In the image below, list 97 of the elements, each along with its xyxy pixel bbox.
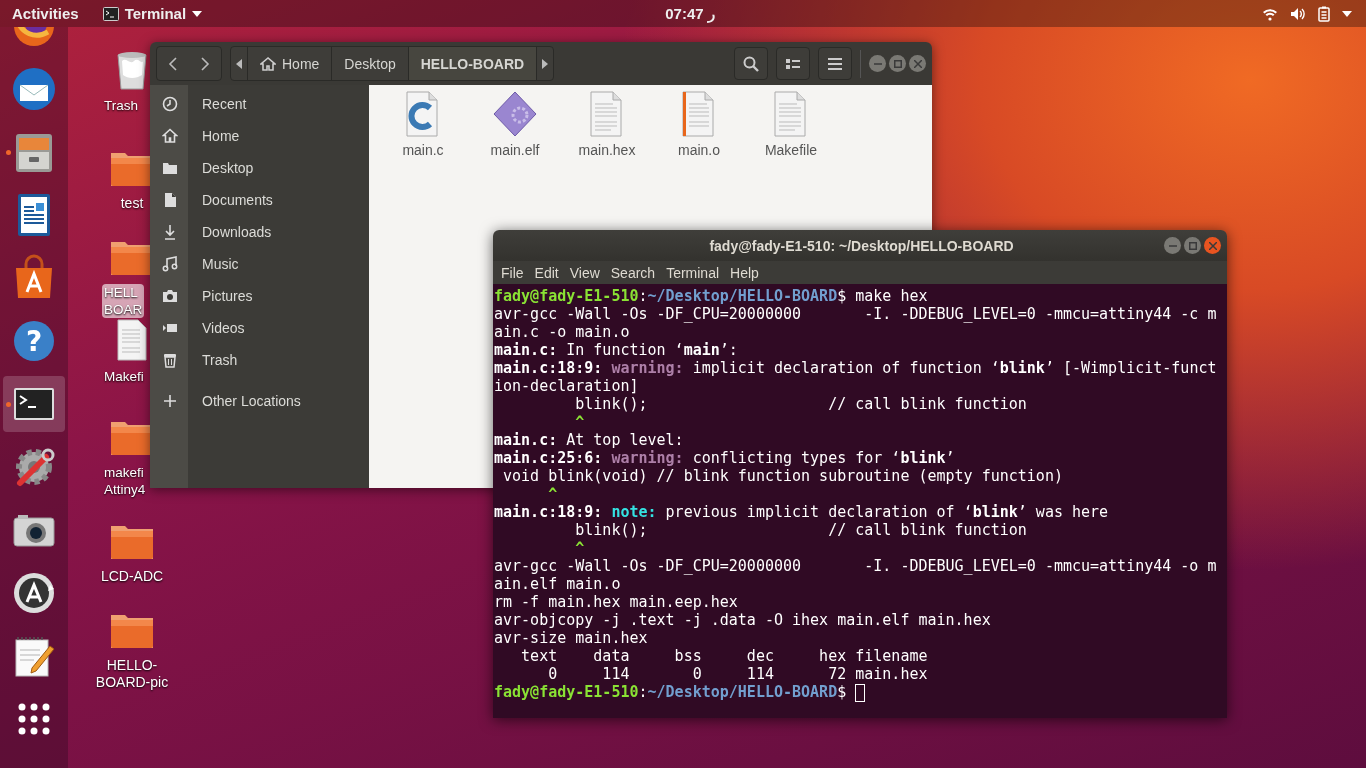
terminal-line: ion-declaration] [494,377,639,395]
sidebar-item[interactable]: Videos [150,312,369,344]
terminal-line: ain.c -o main.o [494,323,630,341]
terminal-line: rm -f main.hex main.eep.hex [494,593,738,611]
battery-icon [1318,5,1330,22]
terminal-line: 0 114 0 114 72 main.hex [547,665,928,683]
terminal-line: fady@fady-E1-510:~/Desktop/HELLO-BOARD$ make hex [494,287,928,305]
close-icon [913,59,922,68]
triangle-left-icon [236,58,242,69]
path-segment-button[interactable]: Home [247,47,332,80]
camera-icon [162,288,178,304]
close-button[interactable] [909,55,926,72]
terminal-line: avr-gcc -Wall -Os -DF_CPU=20000000 -I. -DDEBUG_LEVEL=0 -mmcu=attiny44 -o m [494,557,1217,575]
activities-button[interactable]: Activities [0,0,91,27]
dock-item[interactable]: ? [3,313,65,369]
sidebar-item[interactable]: Home [150,120,369,152]
terminal-line: void blink(void) // blink function subroutine (empty function) [502,467,1063,485]
down-arrow-icon [162,224,178,240]
clock-icon [162,96,178,112]
maximize-button[interactable] [889,55,906,72]
menu-item[interactable]: Search [605,262,661,283]
terminal-icon [102,6,119,21]
terminal-line: avr-size main.hex [494,629,648,647]
clock-button[interactable]: 07:47 ر [660,0,720,27]
file-name[interactable]: main.c [402,142,444,158]
terminal-line: ain.elf main.o [494,575,621,593]
terminal-line: main.c:18:9: note: previous implicit declaration of ‘blink’ was here [494,503,1109,521]
house-icon [260,56,276,71]
terminal-line: ^ [574,413,585,431]
sidebar-item[interactable]: Other Locations [150,385,369,417]
menu-button[interactable] [818,47,852,80]
menu-icon [828,57,842,70]
folder-icon [162,160,178,176]
terminal-line: avr-objcopy -j .text -j .data -O ihex main.elf main.hex [494,611,991,629]
desktop-item-label[interactable]: Trash [102,97,140,114]
chevron-left-icon [168,56,178,71]
list-view-icon [786,57,800,70]
search-icon [743,55,759,72]
file-name[interactable]: main.elf [490,142,540,158]
terminal-line: ^ [574,539,585,557]
app-menu-button[interactable]: Terminal [90,0,213,27]
house-icon [162,128,178,144]
terminal-line: fady@fady-E1-510:~/Desktop/HELLO-BOARD$ [494,683,847,701]
caret-icon [1342,10,1352,17]
path-segment-button[interactable]: Desktop [331,47,408,80]
close-button[interactable] [1204,237,1221,254]
terminal-line: main.c:18:9: warning: implicit declaration of function ‘blink’ [-Wimplicit-funct [494,359,1217,377]
sidebar-item[interactable]: Pictures [150,280,369,312]
view-toggle-button[interactable] [776,47,810,80]
menu-item[interactable]: Terminal [661,262,725,283]
sidebar-item[interactable]: Trash [150,344,369,376]
desktop-item-label[interactable]: LCD-ADC [98,568,166,585]
caret-icon [192,10,203,17]
terminal-line: blink(); // call blink function [574,521,1027,539]
terminal-line: main.c: At top level: [494,431,684,449]
file-name[interactable]: main.hex [578,142,636,158]
chevron-right-icon [200,56,210,71]
dock-item[interactable] [3,376,65,432]
sidebar-item[interactable]: Downloads [150,216,369,248]
terminal-line: avr-gcc -Wall -Os -DF_CPU=20000000 -I. -DDEBUG_LEVEL=0 -mmcu=attiny44 -c m [494,305,1217,323]
triangle-right-icon [542,58,549,69]
menu-item[interactable]: Edit [529,262,564,283]
desktop-item-label[interactable]: Makefi [102,368,146,385]
desktop-item-label[interactable]: test [118,195,146,212]
path-segment-button[interactable]: HELLO-BOARD [407,47,538,80]
minimize-button[interactable] [1164,237,1181,254]
envelope-icon [10,65,58,113]
document-icon [162,192,178,208]
file-name[interactable]: main.o [678,142,720,158]
sidebar-item[interactable]: Documents [150,184,369,216]
terminal-line: ^ [547,485,558,503]
wifi-icon [1262,6,1278,21]
terminal-line: main.c:25:6: warning: conflicting types for ‘blink’ [494,449,955,467]
window-title: fady@fady-E1-510: ~/Desktop/HELLO-BOARD [708,237,1015,254]
maximize-button[interactable] [1184,237,1201,254]
desktop-item-label[interactable]: HELLO- BOARD-pic [93,657,171,691]
minimize-button[interactable] [869,55,886,72]
desktop-item-label[interactable]: makefi Attiny4 [102,464,148,498]
music-note-icon [162,256,178,272]
diamond-gear-icon [491,90,539,138]
close-icon [1208,241,1217,250]
menu-item[interactable]: View [564,262,605,283]
terminal-line: text data bss dec hex filename [520,647,928,665]
trash-icon [162,352,178,368]
sidebar-item[interactable]: Music [150,248,369,280]
terminal-line: blink(); // call blink function [574,395,1027,413]
speaker-icon [1290,6,1306,21]
sidebar-item[interactable]: Recent [150,88,369,120]
search-button[interactable] [734,47,768,80]
maximize-icon [1188,241,1197,250]
maximize-icon [893,59,902,68]
terminal-line: main.c: In function ‘main’: [494,341,738,359]
file-name[interactable]: Makefile [764,142,818,158]
plus-icon [162,393,178,409]
menu-item[interactable]: File [496,262,529,283]
sidebar-item[interactable]: Desktop [150,152,369,184]
menu-item[interactable]: Help [725,262,764,283]
